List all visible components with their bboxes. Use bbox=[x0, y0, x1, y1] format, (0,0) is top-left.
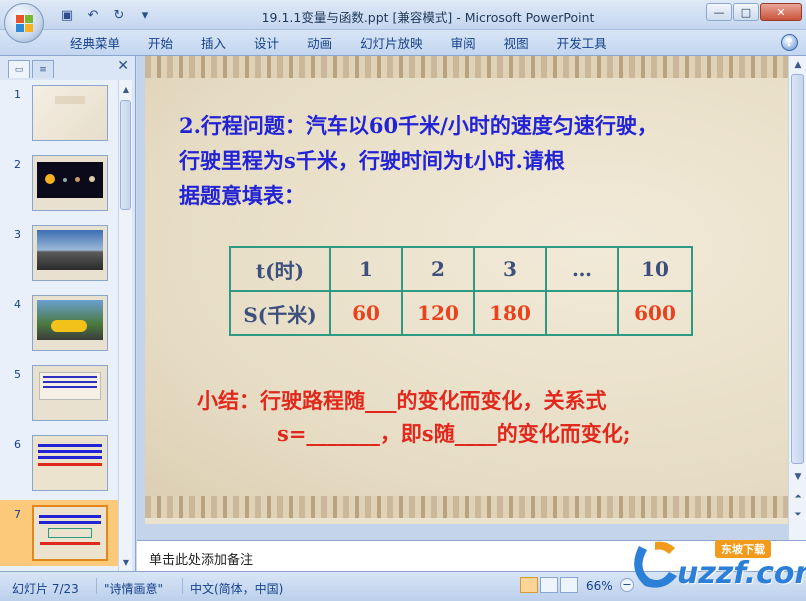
table-cell: S(千米) bbox=[229, 290, 331, 336]
language-indicator[interactable]: 中文(简体，中国) bbox=[190, 580, 283, 597]
watermark-brand: uzzf.com bbox=[677, 556, 806, 591]
scroll-thumb[interactable] bbox=[120, 100, 131, 210]
question-line-3: 据题意填表： bbox=[179, 183, 305, 208]
summary-text[interactable]: 小结：行驶路程随___的变化而变化，关系式 s=_______，即s随____的… bbox=[197, 384, 631, 450]
slide-preview bbox=[32, 155, 108, 211]
view-buttons bbox=[520, 577, 578, 593]
slide-number: 4 bbox=[14, 298, 21, 311]
table-row: S(千米) 60 120 180 600 bbox=[229, 290, 693, 336]
tab-design[interactable]: 设计 bbox=[240, 35, 293, 53]
window-title: 19.1.1变量与函数.ppt [兼容模式] - Microsoft Power… bbox=[261, 10, 595, 25]
outline-tab-icon[interactable]: ≡ bbox=[32, 60, 54, 78]
tab-review[interactable]: 审阅 bbox=[437, 35, 490, 53]
tab-insert[interactable]: 插入 bbox=[187, 35, 240, 53]
close-panel-icon[interactable]: ✕ bbox=[117, 58, 129, 74]
next-slide-icon[interactable]: ⏷ bbox=[791, 508, 805, 522]
status-separator bbox=[182, 578, 183, 594]
scroll-up-icon[interactable]: ▲ bbox=[119, 82, 133, 96]
slide-thumbnail-5[interactable]: 5 bbox=[0, 360, 118, 426]
office-button[interactable] bbox=[4, 3, 44, 43]
scroll-thumb[interactable] bbox=[791, 74, 804, 464]
table-cell: 3 bbox=[473, 246, 547, 292]
tab-home[interactable]: 开始 bbox=[134, 35, 187, 53]
help-icon[interactable]: ? bbox=[781, 34, 798, 51]
question-line-2: 行驶里程为s千米，行驶时间为t小时.请根 bbox=[179, 148, 565, 173]
office-logo-icon bbox=[16, 15, 33, 32]
slide-canvas[interactable]: 2.行程问题：汽车以60千米/小时的速度匀速行驶， 行驶里程为s千米，行驶时间为… bbox=[145, 56, 788, 524]
slide-number: 6 bbox=[14, 438, 21, 451]
slide-preview bbox=[32, 505, 108, 561]
table-cell: t(时) bbox=[229, 246, 331, 292]
table-cell: … bbox=[545, 246, 619, 292]
slide-thumbnail-4[interactable]: 4 bbox=[0, 290, 118, 356]
question-text[interactable]: 2.行程问题：汽车以60千米/小时的速度匀速行驶， 行驶里程为s千米，行驶时间为… bbox=[179, 108, 779, 213]
notes-placeholder[interactable]: 单击此处添加备注 bbox=[149, 549, 253, 568]
theme-name: "诗情画意" bbox=[104, 582, 164, 596]
table-cell: 120 bbox=[401, 290, 475, 336]
slide-number: 3 bbox=[14, 228, 21, 241]
slide-preview bbox=[32, 435, 108, 491]
scroll-up-icon[interactable]: ▲ bbox=[791, 58, 805, 72]
normal-view-icon[interactable] bbox=[520, 577, 538, 593]
summary-line-2: s=_______，即s随____的变化而变化; bbox=[277, 421, 631, 446]
slide-show-icon[interactable] bbox=[560, 577, 578, 593]
window-controls: — □ ✕ bbox=[706, 3, 802, 21]
zoom-level[interactable]: 66% bbox=[586, 579, 613, 593]
slide-sorter-icon[interactable] bbox=[540, 577, 558, 593]
data-table[interactable]: t(时) 1 2 3 … 10 S(千米) 60 120 180 600 bbox=[229, 246, 693, 336]
close-button[interactable]: ✕ bbox=[760, 3, 802, 21]
slide-preview bbox=[32, 365, 108, 421]
slide-thumbnail-7[interactable]: 7 bbox=[0, 500, 118, 566]
tab-slide-show[interactable]: 幻灯片放映 bbox=[346, 35, 437, 53]
slide-number: 2 bbox=[14, 158, 21, 171]
slide-number: 7 bbox=[14, 508, 21, 521]
top-border-pattern bbox=[145, 56, 788, 78]
ribbon-tabs: 经典菜单 开始 插入 设计 动画 幻灯片放映 审阅 视图 开发工具 bbox=[56, 35, 621, 53]
table-cell: 180 bbox=[473, 290, 547, 336]
previous-slide-icon[interactable]: ⏶ bbox=[791, 490, 805, 504]
slide-thumbnail-6[interactable]: 6 bbox=[0, 430, 118, 496]
table-cell: 10 bbox=[617, 246, 693, 292]
ribbon: 经典菜单 开始 插入 设计 动画 幻灯片放映 审阅 视图 开发工具 ? bbox=[0, 30, 806, 56]
watermark-logo: 东坡下载 uzzf.com bbox=[625, 536, 806, 596]
bottom-border-pattern bbox=[145, 496, 788, 518]
table-row: t(时) 1 2 3 … 10 bbox=[229, 246, 693, 292]
tab-classic-menu[interactable]: 经典菜单 bbox=[56, 35, 134, 53]
thumbnail-scrollbar[interactable]: ▲ ▼ bbox=[118, 80, 132, 571]
table-cell bbox=[545, 290, 619, 336]
slide-thumbnail-3[interactable]: 3 bbox=[0, 220, 118, 286]
slide-editor: 2.行程问题：汽车以60千米/小时的速度匀速行驶， 行驶里程为s千米，行驶时间为… bbox=[137, 56, 788, 540]
table-cell: 1 bbox=[329, 246, 403, 292]
title-bar: ▣ ↶ ↻ ▾ 19.1.1变量与函数.ppt [兼容模式] - Microso… bbox=[0, 0, 806, 30]
slide-preview bbox=[32, 85, 108, 141]
summary-line-1: 小结：行驶路程随___的变化而变化，关系式 bbox=[197, 388, 607, 413]
table-cell: 600 bbox=[617, 290, 693, 336]
slide-counter: 幻灯片 7/23 bbox=[12, 582, 79, 596]
slide-scrollbar[interactable]: ▲ ▼ ⏶ ⏷ bbox=[788, 56, 806, 540]
slide-preview bbox=[32, 225, 108, 281]
slide-number: 5 bbox=[14, 368, 21, 381]
slides-panel: ▭ ≡ ✕ 1 2 3 4 5 6 7 ▲ ▼ bbox=[0, 56, 136, 571]
status-separator bbox=[96, 578, 97, 594]
question-line-1: 2.行程问题：汽车以60千米/小时的速度匀速行驶， bbox=[179, 113, 658, 138]
slide-thumbnail-1[interactable]: 1 bbox=[0, 80, 118, 146]
slide-number: 1 bbox=[14, 88, 21, 101]
table-cell: 2 bbox=[401, 246, 475, 292]
table-cell: 60 bbox=[329, 290, 403, 336]
slide-thumbnail-2[interactable]: 2 bbox=[0, 150, 118, 216]
scroll-down-icon[interactable]: ▼ bbox=[119, 555, 133, 569]
slide-preview bbox=[32, 295, 108, 351]
slides-tab-icon[interactable]: ▭ bbox=[8, 60, 30, 78]
thumbnail-list: 1 2 3 4 5 6 7 bbox=[0, 80, 118, 571]
tab-animations[interactable]: 动画 bbox=[293, 35, 346, 53]
scroll-down-icon[interactable]: ▼ bbox=[791, 470, 805, 484]
tab-view[interactable]: 视图 bbox=[490, 35, 543, 53]
maximize-button[interactable]: □ bbox=[733, 3, 759, 21]
minimize-button[interactable]: — bbox=[706, 3, 732, 21]
tab-developer[interactable]: 开发工具 bbox=[543, 35, 621, 53]
panel-tabs: ▭ ≡ bbox=[4, 60, 132, 78]
